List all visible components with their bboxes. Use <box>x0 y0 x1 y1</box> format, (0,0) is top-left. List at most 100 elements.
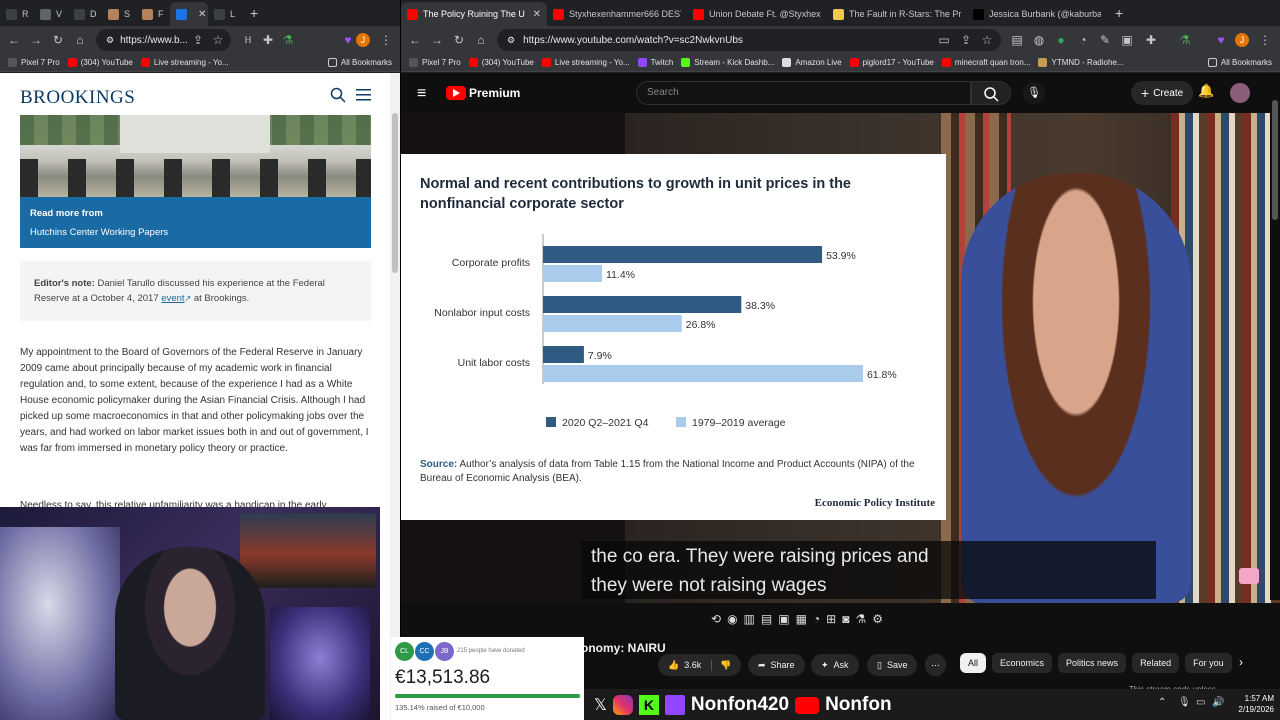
back-icon[interactable]: ← <box>6 32 22 48</box>
menu-dots-icon[interactable]: ⋮ <box>378 32 394 48</box>
profile-avatar[interactable]: J <box>1235 33 1249 47</box>
close-tab-icon[interactable]: ✕ <box>192 9 206 20</box>
guide-menu-icon[interactable]: ≡ <box>417 85 426 103</box>
right-address-bar[interactable]: ⚙ https://www.youtube.com/watch?v=sc2Nwk… <box>497 29 1001 51</box>
channel-watermark[interactable] <box>1239 568 1259 584</box>
settings-gear-icon[interactable]: ⚙ <box>872 612 883 626</box>
microphone-icon[interactable]: 🎙 <box>1023 82 1045 104</box>
menu-dots-icon[interactable]: ⋮ <box>1257 32 1273 48</box>
network-icon[interactable]: ▭ <box>1196 697 1205 708</box>
browser-tab[interactable]: V <box>34 2 68 26</box>
filter-chip[interactable]: Economics <box>992 653 1053 673</box>
bookmark-item[interactable]: (304) YouTube <box>468 58 534 67</box>
home-icon[interactable]: ⌂ <box>72 32 88 48</box>
grammarly-icon[interactable]: ● <box>1053 32 1069 48</box>
bookmark-item[interactable]: Pixel 7 Pro <box>8 58 60 67</box>
extension-puzzle-icon[interactable]: ✚ <box>1143 32 1159 48</box>
extension-icon[interactable]: ▣ <box>1119 32 1135 48</box>
search-input[interactable]: Search <box>636 81 971 105</box>
loop-icon[interactable]: ⟲ <box>711 612 721 626</box>
extension-icon[interactable]: ℍ <box>240 32 256 48</box>
bookmark-item[interactable]: YTMND - Radiohe... <box>1038 58 1124 67</box>
pip-icon[interactable]: ▣ <box>778 612 789 626</box>
bookmark-item[interactable]: minecraft quan tron... <box>941 58 1030 67</box>
reload-icon[interactable]: ↻ <box>50 32 66 48</box>
share-button[interactable]: ➦ Share <box>748 654 805 676</box>
bookmark-item[interactable]: Live streaming - Yo... <box>541 58 630 67</box>
browser-tab[interactable]: R <box>0 2 34 26</box>
bookmark-item[interactable]: (304) YouTube <box>67 58 133 67</box>
browser-tab[interactable]: The Policy Ruining The U ✕ <box>401 2 547 26</box>
tray-chevron-icon[interactable]: ⌃ <box>1158 697 1166 708</box>
bookmark-item[interactable]: Stream - Kick Dashb... <box>681 58 774 67</box>
bookmark-item[interactable]: Pixel 7 Pro <box>409 58 461 67</box>
account-avatar[interactable] <box>1230 83 1250 103</box>
browser-tab[interactable]: L <box>208 2 242 26</box>
site-info-icon[interactable]: ⚙ <box>507 35 515 46</box>
read-more-link[interactable]: Hutchins Center Working Papers <box>30 227 168 238</box>
filter-chip[interactable]: Related <box>1132 653 1180 673</box>
search-button[interactable] <box>971 81 1011 105</box>
bookmark-item[interactable]: Twitch <box>637 58 673 67</box>
create-button[interactable]: + Create <box>1131 81 1194 105</box>
save-button[interactable]: ▯ Save <box>867 654 918 676</box>
stack-icon[interactable]: ▦ <box>796 612 807 626</box>
site-info-icon[interactable]: ⚙ <box>106 35 114 46</box>
scrollbar-thumb[interactable] <box>392 113 398 273</box>
home-icon[interactable]: ⌂ <box>473 32 489 48</box>
bookmark-star-icon[interactable]: ☆ <box>210 32 226 48</box>
left-scrollbar[interactable] <box>390 73 400 720</box>
audio-icon[interactable]: ◉ <box>727 612 737 626</box>
more-actions-button[interactable]: ⋯ <box>925 654 946 676</box>
read-more-banner[interactable]: Read more from Hutchins Center Working P… <box>20 197 371 248</box>
right-scrollbar[interactable] <box>1270 80 1280 600</box>
screenshot-icon[interactable]: ◙ <box>842 612 849 626</box>
hamburger-menu-icon[interactable] <box>356 88 372 102</box>
bookmark-star-icon[interactable]: ☆ <box>979 32 995 48</box>
browser-tab[interactable]: S <box>102 2 136 26</box>
profile-avatar[interactable]: J <box>356 33 370 47</box>
cast-icon[interactable]: ▭ <box>936 32 952 48</box>
scrollbar-thumb[interactable] <box>1272 100 1278 220</box>
close-tab-icon[interactable]: ✕ <box>527 9 541 20</box>
clapper-icon[interactable]: ▤ <box>761 612 772 626</box>
extension-icon[interactable]: ◔ <box>1075 32 1091 48</box>
extension-icon[interactable]: ▤ <box>1009 32 1025 48</box>
youtube-logo[interactable]: Premium <box>446 86 520 100</box>
ask-button[interactable]: ✦ Ask <box>811 654 859 676</box>
event-link[interactable]: event <box>161 293 184 304</box>
heart-icon[interactable]: ♥ <box>340 32 356 48</box>
reload-icon[interactable]: ↻ <box>451 32 467 48</box>
brookings-logo[interactable]: BROOKINGS <box>20 87 135 109</box>
lab-flask-icon[interactable]: ⚗ <box>1177 32 1193 48</box>
search-icon[interactable] <box>330 87 346 103</box>
bookmark-item[interactable]: piglord17 - YouTube <box>849 58 934 67</box>
microphone-tray-icon[interactable]: 🎙 <box>1178 697 1191 708</box>
extension-puzzle-icon[interactable]: ✚ <box>260 32 276 48</box>
thumbs-down-icon[interactable]: 👎 <box>711 659 731 671</box>
lab-flask-icon[interactable]: ⚗ <box>280 32 296 48</box>
filter-chip[interactable]: All <box>960 653 987 673</box>
like-button[interactable]: 👍 3.6k 👎 <box>658 654 742 676</box>
globe-icon[interactable]: ◍ <box>1031 32 1047 48</box>
filter-chip[interactable]: For you <box>1185 653 1232 673</box>
bookmark-item[interactable]: Live streaming - Yo... <box>140 58 229 67</box>
equalizer-icon[interactable]: ▥ <box>744 612 755 626</box>
bookmark-item[interactable]: Amazon Live <box>782 58 842 67</box>
share-icon[interactable]: ⇪ <box>190 32 206 48</box>
share-icon[interactable]: ⇪ <box>958 32 974 48</box>
browser-tab[interactable]: The Fault in R-Stars: The Prol <box>827 2 967 26</box>
browser-tab[interactable]: I✕ <box>170 2 208 26</box>
add-icon[interactable]: ⊞ <box>826 612 836 626</box>
all-bookmarks[interactable]: All Bookmarks <box>1207 58 1272 67</box>
extension-icon[interactable]: ✎ <box>1097 32 1113 48</box>
forward-icon[interactable]: → <box>28 32 44 48</box>
notifications-bell-icon[interactable]: 🔔 <box>1198 83 1214 99</box>
browser-tab[interactable]: F <box>136 2 170 26</box>
video-player[interactable]: Normal and recent contributions to growt… <box>401 113 1280 603</box>
browser-tab[interactable]: Jessica Burbank (@kaburban) <box>967 2 1107 26</box>
speed-icon[interactable]: ◔ <box>813 612 820 626</box>
browser-tab[interactable]: D <box>68 2 102 26</box>
forward-icon[interactable]: → <box>429 32 445 48</box>
heart-icon[interactable]: ♥ <box>1213 32 1229 48</box>
